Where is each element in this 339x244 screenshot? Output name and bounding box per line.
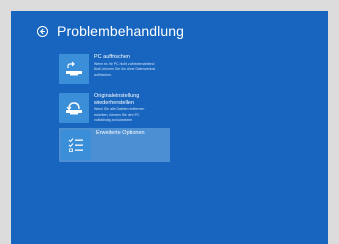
option-icon-tile: [59, 54, 89, 84]
refresh-pc-icon: [66, 61, 82, 76]
option-icon-tile: [59, 93, 89, 123]
option-title: PC auffrischen: [94, 54, 130, 60]
option-description-line: möchten, können Sie den PC: [94, 112, 140, 117]
option-title: Erweiterte Optionen: [96, 130, 145, 136]
option-title-line: wiederherstellen: [94, 99, 135, 106]
option-description-line: läuft, können Sie ihn ohne Datenverlust: [94, 67, 156, 72]
option-text: Erweiterte Optionen: [96, 130, 145, 162]
option-description-line: auffrischen.: [94, 72, 113, 77]
option-reset-pc[interactable]: Originaleinstellung wiederherstellen Wen…: [59, 93, 144, 123]
header: Problembehandlung: [37, 23, 184, 39]
reset-pc-icon: [66, 102, 82, 115]
option-advanced-options[interactable]: Erweiterte Optionen: [59, 128, 170, 162]
advanced-options-icon: [68, 138, 83, 152]
option-description-line: vollständig zurücksetzen.: [94, 118, 134, 123]
page-title: Problembehandlung: [57, 23, 185, 39]
option-description-line: Wenn Sie alle Dateien entfernen: [94, 107, 145, 111]
back-button[interactable]: [37, 25, 48, 37]
option-title-line: Originaleinstellung: [94, 93, 140, 99]
troubleshoot-screen: Problembehandlung PC auffrischen Wenn es…: [11, 11, 328, 244]
option-refresh-pc[interactable]: PC auffrischen Wenn es Ihr PC nicht zufr…: [59, 54, 155, 84]
back-arrow-icon: [39, 28, 45, 34]
option-icon-tile: [61, 130, 91, 160]
option-description-line: Wenn es Ihr PC nicht zufriedenstellend: [94, 61, 155, 66]
option-text: Originaleinstellung wiederherstellen Wen…: [94, 93, 144, 123]
option-text: PC auffrischen Wenn es Ihr PC nicht zufr…: [94, 54, 155, 84]
